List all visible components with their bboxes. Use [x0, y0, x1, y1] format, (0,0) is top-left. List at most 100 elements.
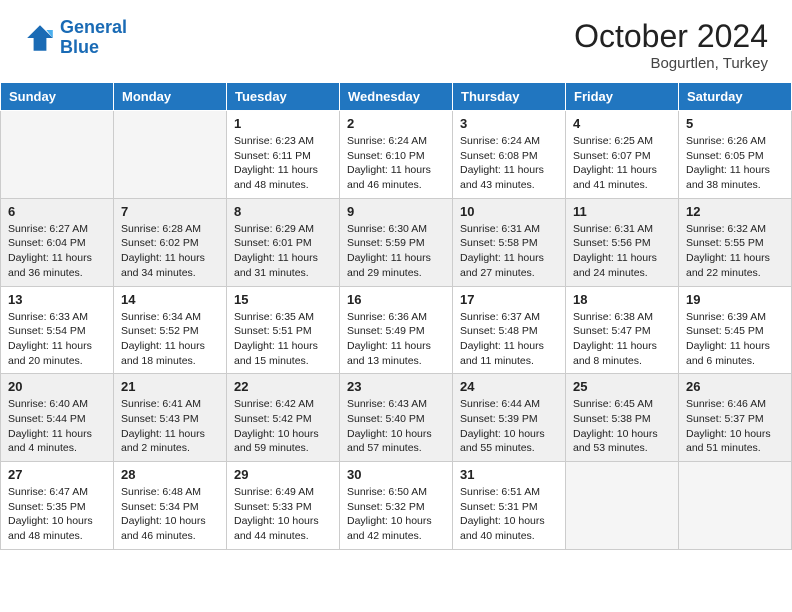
cell-text: Sunrise: 6:51 AM Sunset: 5:31 PM Dayligh…	[460, 485, 558, 544]
day-number: 7	[121, 204, 219, 219]
cell-text: Sunrise: 6:28 AM Sunset: 6:02 PM Dayligh…	[121, 222, 219, 281]
calendar-cell: 26 Sunrise: 6:46 AM Sunset: 5:37 PM Dayli…	[679, 374, 792, 462]
cell-text: Sunrise: 6:44 AM Sunset: 5:39 PM Dayligh…	[460, 397, 558, 456]
calendar-cell: 6Sunrise: 6:27 AM Sunset: 6:04 PM Daylig…	[1, 198, 114, 286]
cell-text: Sunrise: 6:32 AM Sunset: 5:55 PM Dayligh…	[686, 222, 784, 281]
day-number: 16	[347, 292, 445, 307]
day-number: 21	[121, 379, 219, 394]
calendar-cell: 9Sunrise: 6:30 AM Sunset: 5:59 PM Daylig…	[340, 198, 453, 286]
cell-text: Sunrise: 6:26 AM Sunset: 6:05 PM Dayligh…	[686, 134, 784, 193]
calendar-header-row: SundayMondayTuesdayWednesdayThursdayFrid…	[1, 83, 792, 111]
calendar-cell: 21 Sunrise: 6:41 AM Sunset: 5:43 PM Dayli…	[114, 374, 227, 462]
logo-icon	[24, 22, 56, 54]
calendar-cell: 30Sunrise: 6:50 AM Sunset: 5:32 PM Dayli…	[340, 462, 453, 550]
calendar-cell: 13 Sunrise: 6:33 AM Sunset: 5:54 PM Dayli…	[1, 286, 114, 374]
day-number: 2	[347, 116, 445, 131]
day-number: 14	[121, 292, 219, 307]
weekday-header: Sunday	[1, 83, 114, 111]
calendar-cell: 12 Sunrise: 6:32 AM Sunset: 5:55 PM Dayli…	[679, 198, 792, 286]
calendar-table: SundayMondayTuesdayWednesdayThursdayFrid…	[0, 82, 792, 550]
calendar-cell: 1Sunrise: 6:23 AM Sunset: 6:11 PM Daylig…	[227, 111, 340, 199]
cell-text: Sunrise: 6:40 AM Sunset: 5:44 PM Dayligh…	[8, 397, 106, 456]
calendar-cell: 18 Sunrise: 6:38 AM Sunset: 5:47 PM Dayli…	[566, 286, 679, 374]
day-number: 24	[460, 379, 558, 394]
calendar-cell: 20 Sunrise: 6:40 AM Sunset: 5:44 PM Dayli…	[1, 374, 114, 462]
cell-text: Sunrise: 6:45 AM Sunset: 5:38 PM Dayligh…	[573, 397, 671, 456]
cell-text: Sunrise: 6:36 AM Sunset: 5:49 PM Dayligh…	[347, 310, 445, 369]
logo: General Blue	[24, 18, 127, 58]
cell-text: Sunrise: 6:42 AM Sunset: 5:42 PM Dayligh…	[234, 397, 332, 456]
calendar-cell: 10 Sunrise: 6:31 AM Sunset: 5:58 PM Dayli…	[453, 198, 566, 286]
calendar-cell: 27Sunrise: 6:47 AM Sunset: 5:35 PM Dayli…	[1, 462, 114, 550]
weekday-header: Thursday	[453, 83, 566, 111]
title-block: October 2024 Bogurtlen, Turkey	[574, 18, 768, 72]
calendar-week-row: 1Sunrise: 6:23 AM Sunset: 6:11 PM Daylig…	[1, 111, 792, 199]
day-number: 30	[347, 467, 445, 482]
cell-text: Sunrise: 6:31 AM Sunset: 5:58 PM Dayligh…	[460, 222, 558, 281]
calendar-cell: 2Sunrise: 6:24 AM Sunset: 6:10 PM Daylig…	[340, 111, 453, 199]
day-number: 25	[573, 379, 671, 394]
day-number: 3	[460, 116, 558, 131]
cell-text: Sunrise: 6:47 AM Sunset: 5:35 PM Dayligh…	[8, 485, 106, 544]
calendar-cell	[114, 111, 227, 199]
calendar-cell	[679, 462, 792, 550]
cell-text: Sunrise: 6:46 AM Sunset: 5:37 PM Dayligh…	[686, 397, 784, 456]
cell-text: Sunrise: 6:48 AM Sunset: 5:34 PM Dayligh…	[121, 485, 219, 544]
calendar-cell	[1, 111, 114, 199]
month-year: October 2024	[574, 18, 768, 55]
calendar-cell: 7 Sunrise: 6:28 AM Sunset: 6:02 PM Daylig…	[114, 198, 227, 286]
cell-text: Sunrise: 6:34 AM Sunset: 5:52 PM Dayligh…	[121, 310, 219, 369]
cell-text: Sunrise: 6:43 AM Sunset: 5:40 PM Dayligh…	[347, 397, 445, 456]
location: Bogurtlen, Turkey	[574, 55, 768, 72]
day-number: 5	[686, 116, 784, 131]
day-number: 26	[686, 379, 784, 394]
cell-text: Sunrise: 6:37 AM Sunset: 5:48 PM Dayligh…	[460, 310, 558, 369]
calendar-cell: 8 Sunrise: 6:29 AM Sunset: 6:01 PM Daylig…	[227, 198, 340, 286]
calendar-cell: 24 Sunrise: 6:44 AM Sunset: 5:39 PM Dayli…	[453, 374, 566, 462]
cell-text: Sunrise: 6:35 AM Sunset: 5:51 PM Dayligh…	[234, 310, 332, 369]
calendar-cell: 5 Sunrise: 6:26 AM Sunset: 6:05 PM Daylig…	[679, 111, 792, 199]
calendar-cell: 11 Sunrise: 6:31 AM Sunset: 5:56 PM Dayli…	[566, 198, 679, 286]
calendar-cell: 29Sunrise: 6:49 AM Sunset: 5:33 PM Dayli…	[227, 462, 340, 550]
calendar-cell: 28 Sunrise: 6:48 AM Sunset: 5:34 PM Dayli…	[114, 462, 227, 550]
day-number: 18	[573, 292, 671, 307]
calendar-cell: 31 Sunrise: 6:51 AM Sunset: 5:31 PM Dayli…	[453, 462, 566, 550]
calendar-week-row: 20 Sunrise: 6:40 AM Sunset: 5:44 PM Dayli…	[1, 374, 792, 462]
weekday-header: Tuesday	[227, 83, 340, 111]
cell-text: Sunrise: 6:25 AM Sunset: 6:07 PM Dayligh…	[573, 134, 671, 193]
calendar-week-row: 6Sunrise: 6:27 AM Sunset: 6:04 PM Daylig…	[1, 198, 792, 286]
page-header: General Blue October 2024 Bogurtlen, Tur…	[0, 0, 792, 82]
day-number: 17	[460, 292, 558, 307]
day-number: 8	[234, 204, 332, 219]
day-number: 10	[460, 204, 558, 219]
calendar-cell: 19Sunrise: 6:39 AM Sunset: 5:45 PM Dayli…	[679, 286, 792, 374]
calendar-cell: 23 Sunrise: 6:43 AM Sunset: 5:40 PM Dayli…	[340, 374, 453, 462]
day-number: 22	[234, 379, 332, 394]
day-number: 9	[347, 204, 445, 219]
day-number: 13	[8, 292, 106, 307]
calendar-cell: 16 Sunrise: 6:36 AM Sunset: 5:49 PM Dayli…	[340, 286, 453, 374]
calendar-cell: 14 Sunrise: 6:34 AM Sunset: 5:52 PM Dayli…	[114, 286, 227, 374]
cell-text: Sunrise: 6:23 AM Sunset: 6:11 PM Dayligh…	[234, 134, 332, 193]
cell-text: Sunrise: 6:41 AM Sunset: 5:43 PM Dayligh…	[121, 397, 219, 456]
day-number: 4	[573, 116, 671, 131]
cell-text: Sunrise: 6:29 AM Sunset: 6:01 PM Dayligh…	[234, 222, 332, 281]
day-number: 31	[460, 467, 558, 482]
cell-text: Sunrise: 6:31 AM Sunset: 5:56 PM Dayligh…	[573, 222, 671, 281]
calendar-week-row: 13 Sunrise: 6:33 AM Sunset: 5:54 PM Dayli…	[1, 286, 792, 374]
day-number: 11	[573, 204, 671, 219]
day-number: 20	[8, 379, 106, 394]
day-number: 12	[686, 204, 784, 219]
calendar-cell: 3 Sunrise: 6:24 AM Sunset: 6:08 PM Daylig…	[453, 111, 566, 199]
weekday-header: Monday	[114, 83, 227, 111]
calendar-cell: 25 Sunrise: 6:45 AM Sunset: 5:38 PM Dayli…	[566, 374, 679, 462]
day-number: 6	[8, 204, 106, 219]
cell-text: Sunrise: 6:24 AM Sunset: 6:08 PM Dayligh…	[460, 134, 558, 193]
cell-text: Sunrise: 6:33 AM Sunset: 5:54 PM Dayligh…	[8, 310, 106, 369]
day-number: 28	[121, 467, 219, 482]
day-number: 23	[347, 379, 445, 394]
cell-text: Sunrise: 6:38 AM Sunset: 5:47 PM Dayligh…	[573, 310, 671, 369]
calendar-cell: 22 Sunrise: 6:42 AM Sunset: 5:42 PM Dayli…	[227, 374, 340, 462]
calendar-cell	[566, 462, 679, 550]
cell-text: Sunrise: 6:49 AM Sunset: 5:33 PM Dayligh…	[234, 485, 332, 544]
